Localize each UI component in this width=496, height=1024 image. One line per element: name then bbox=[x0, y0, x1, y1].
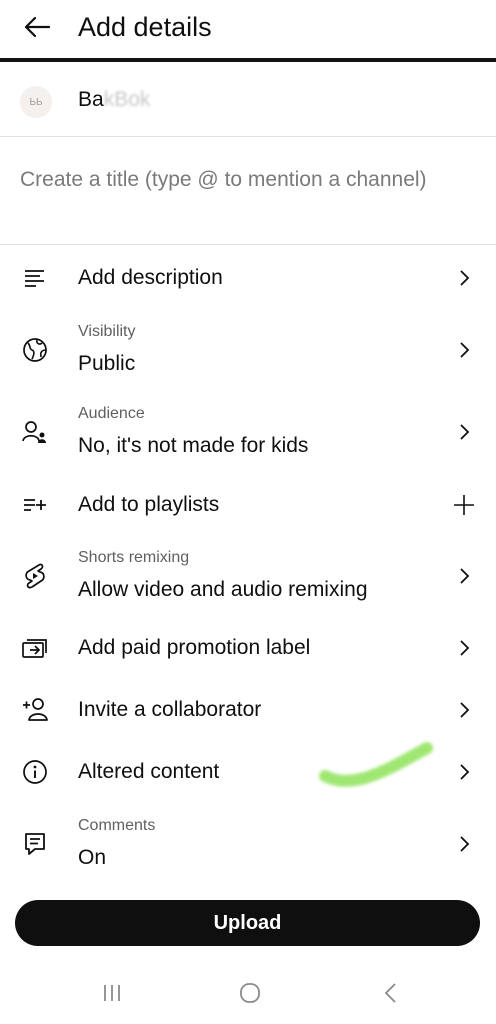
shorts-remixing-sublabel: Shorts remixing bbox=[78, 549, 190, 566]
recent-apps-button[interactable] bbox=[92, 978, 132, 1008]
comments-sublabel: Comments bbox=[78, 817, 156, 834]
page-title: Add details bbox=[78, 12, 212, 42]
audience-value: No, it's not made for kids bbox=[78, 434, 309, 457]
remix-icon bbox=[20, 561, 50, 591]
chevron-left-icon bbox=[384, 983, 396, 1003]
paid-promotion-label: Add paid promotion label bbox=[78, 636, 311, 659]
chevron-right-icon bbox=[452, 698, 476, 722]
chevron-right-icon bbox=[452, 420, 476, 444]
chevron-right-icon bbox=[452, 266, 476, 290]
add-to-playlists-row[interactable]: Add to playlists bbox=[0, 482, 496, 528]
info-icon bbox=[20, 757, 50, 787]
green-scribble-annotation bbox=[319, 742, 433, 787]
chevron-right-icon bbox=[452, 338, 476, 362]
visibility-value: Public bbox=[78, 352, 136, 375]
chevron-right-icon bbox=[452, 564, 476, 588]
invite-collaborator-label: Invite a collaborator bbox=[78, 698, 262, 721]
back-button[interactable] bbox=[22, 12, 52, 42]
chevron-right-icon bbox=[452, 832, 476, 856]
playlist-add-icon bbox=[20, 490, 50, 520]
upload-button[interactable]: Upload bbox=[15, 900, 480, 946]
add-to-playlists-label: Add to playlists bbox=[78, 493, 220, 516]
channel-name: BakBok bbox=[78, 88, 150, 112]
channel-name-obscured: kBok bbox=[103, 88, 151, 111]
shorts-remixing-row[interactable]: Shorts remixing Allow video and audio re… bbox=[0, 544, 496, 610]
comment-icon bbox=[20, 829, 50, 859]
recent-apps-icon bbox=[104, 985, 120, 1001]
add-description-row[interactable]: Add description bbox=[0, 255, 496, 301]
avatar: ЬЬ bbox=[20, 86, 52, 118]
arrow-left-icon bbox=[24, 16, 51, 38]
home-icon bbox=[240, 983, 260, 1003]
system-back-button[interactable] bbox=[370, 978, 410, 1008]
home-button[interactable] bbox=[230, 978, 270, 1008]
channel-name-visible: Ba bbox=[78, 88, 104, 111]
add-description-label: Add description bbox=[78, 266, 223, 289]
title-input[interactable]: Create a title (type @ to mention a chan… bbox=[20, 166, 470, 194]
description-icon bbox=[20, 263, 50, 293]
invite-collaborator-row[interactable]: Invite a collaborator bbox=[0, 687, 496, 733]
paid-promotion-row[interactable]: Add paid promotion label bbox=[0, 625, 496, 671]
comments-value: On bbox=[78, 846, 107, 869]
add-person-icon bbox=[20, 695, 50, 725]
plus-icon[interactable] bbox=[450, 491, 478, 519]
altered-content-label: Altered content bbox=[78, 760, 220, 783]
title-divider bbox=[0, 244, 496, 245]
chevron-right-icon bbox=[452, 636, 476, 660]
header: Add details bbox=[0, 0, 496, 58]
channel-row bbox=[0, 62, 496, 137]
comments-row[interactable]: Comments On bbox=[0, 812, 496, 878]
globe-icon bbox=[20, 335, 50, 365]
shorts-remixing-value: Allow video and audio remixing bbox=[78, 578, 368, 601]
paid-promotion-icon bbox=[20, 633, 50, 663]
audience-icon bbox=[20, 417, 50, 447]
audience-sublabel: Audience bbox=[78, 405, 145, 422]
visibility-row[interactable]: Visibility Public bbox=[0, 318, 496, 384]
chevron-right-icon bbox=[452, 760, 476, 784]
audience-row[interactable]: Audience No, it's not made for kids bbox=[0, 400, 496, 466]
visibility-sublabel: Visibility bbox=[78, 323, 136, 340]
